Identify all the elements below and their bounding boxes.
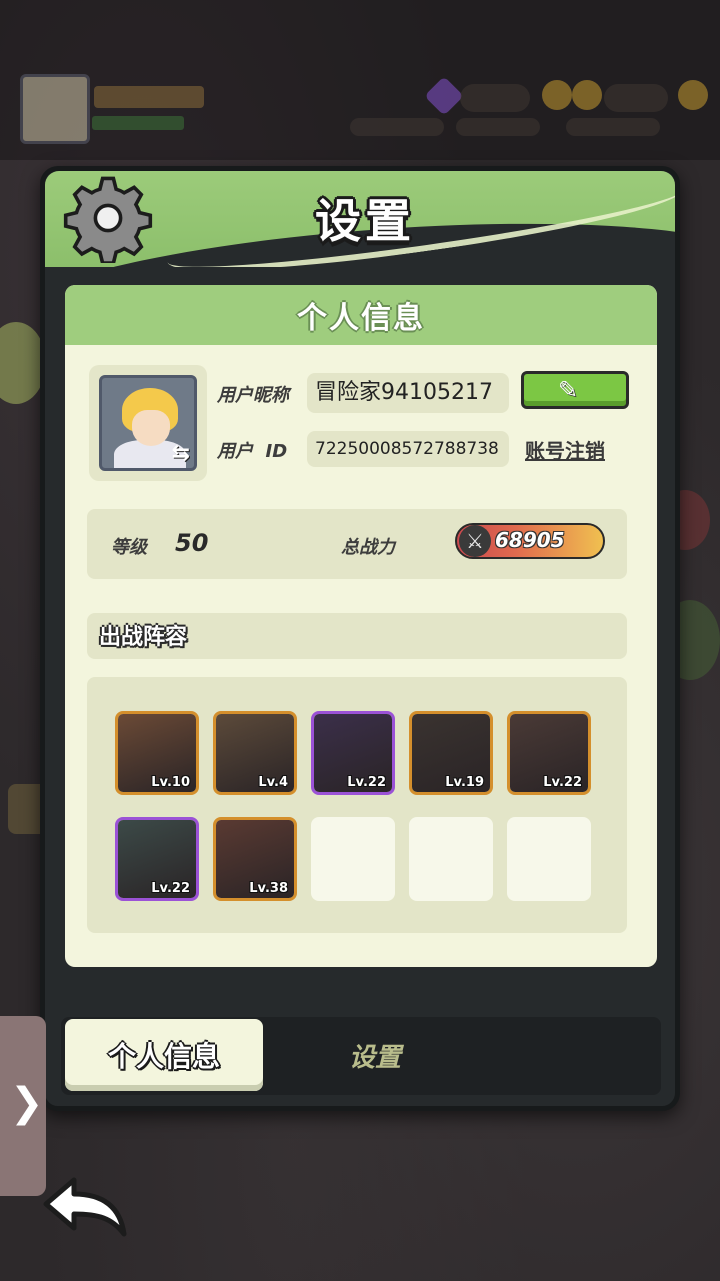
account-cancel-link[interactable]: 账号注销 [525, 435, 605, 464]
hero-level: Lv.19 [445, 775, 484, 790]
background-stat [350, 118, 444, 136]
background-resource [604, 84, 668, 112]
lineup-section-bar: 出战阵容 [87, 613, 627, 659]
background-name-bar [94, 86, 204, 108]
swap-icon[interactable]: ⇆ [172, 441, 190, 466]
side-drawer-toggle[interactable]: ❯ [0, 1016, 46, 1196]
chevron-right-icon: ❯ [10, 1080, 44, 1126]
background-coin-icon [678, 80, 708, 110]
hero-slot[interactable]: Lv.22 [115, 817, 199, 901]
edit-nickname-button[interactable]: ✎ [521, 371, 629, 409]
level-label: 等级 [111, 537, 147, 558]
hero-level: Lv.22 [347, 775, 386, 790]
profile-card-header: 个人信息 [65, 285, 657, 345]
avatar-frame[interactable]: ⇆ [89, 365, 207, 481]
hero-level: Lv.22 [151, 881, 190, 896]
background-player-avatar [20, 74, 90, 144]
tab-settings[interactable]: 设置 [305, 1037, 445, 1074]
lineup-grid: Lv.10 Lv.4 Lv.22 Lv.19 Lv.22 Lv.22 Lv.38 [87, 677, 627, 933]
pencil-icon: ✎ [558, 376, 579, 404]
hero-slot[interactable]: Lv.10 [115, 711, 199, 795]
hero-slot[interactable]: Lv.22 [311, 711, 395, 795]
crossed-swords-icon: ⚔ [459, 525, 491, 557]
background-hud [0, 0, 720, 160]
background-coin-icon [572, 80, 602, 110]
background-stat [566, 118, 660, 136]
profile-card-title: 个人信息 [297, 301, 425, 336]
nickname-field: 冒险家94105217 [307, 373, 509, 413]
nickname-label: 用户昵称 [217, 385, 289, 406]
user-id-field: 72250008572788738 [307, 431, 509, 467]
hero-level: Lv.38 [249, 881, 288, 896]
avatar[interactable]: ⇆ [99, 375, 197, 471]
profile-card: 个人信息 ⇆ 用户昵称 冒险家94105217 ✎ 用户 ID 72250008… [65, 285, 657, 967]
hero-level: Lv.10 [151, 775, 190, 790]
power-label: 总战力 [341, 537, 395, 558]
background-resource [460, 84, 530, 112]
power-badge: ⚔ 68905 [455, 523, 605, 559]
avatar-face [132, 410, 170, 446]
hero-slot[interactable]: Lv.19 [409, 711, 493, 795]
back-arrow-icon[interactable] [38, 1170, 130, 1242]
hero-level: Lv.4 [258, 775, 288, 790]
tab-profile[interactable]: 个人信息 [65, 1019, 263, 1091]
settings-panel: 设置 个人信息 ⇆ 用户昵称 冒险家94105217 ✎ 用户 ID 72250… [40, 166, 680, 1111]
background-coin-icon [542, 80, 572, 110]
tab-profile-label: 个人信息 [107, 1040, 220, 1073]
panel-title: 设置 [315, 194, 415, 248]
hero-slot[interactable]: Lv.38 [213, 817, 297, 901]
level-value: 50 [175, 529, 209, 557]
empty-hero-slot[interactable] [507, 817, 591, 901]
hero-slot[interactable]: Lv.22 [507, 711, 591, 795]
background-stat [456, 118, 540, 136]
empty-hero-slot[interactable] [409, 817, 493, 901]
hero-level: Lv.22 [543, 775, 582, 790]
background-xp-bar [92, 116, 184, 130]
stats-row: 等级 50 总战力 ⚔ 68905 [87, 509, 627, 579]
power-value: 68905 [495, 528, 565, 552]
lineup-title: 出战阵容 [99, 625, 188, 650]
id-label: 用户 ID [217, 441, 288, 462]
empty-hero-slot[interactable] [311, 817, 395, 901]
hero-slot[interactable]: Lv.4 [213, 711, 297, 795]
